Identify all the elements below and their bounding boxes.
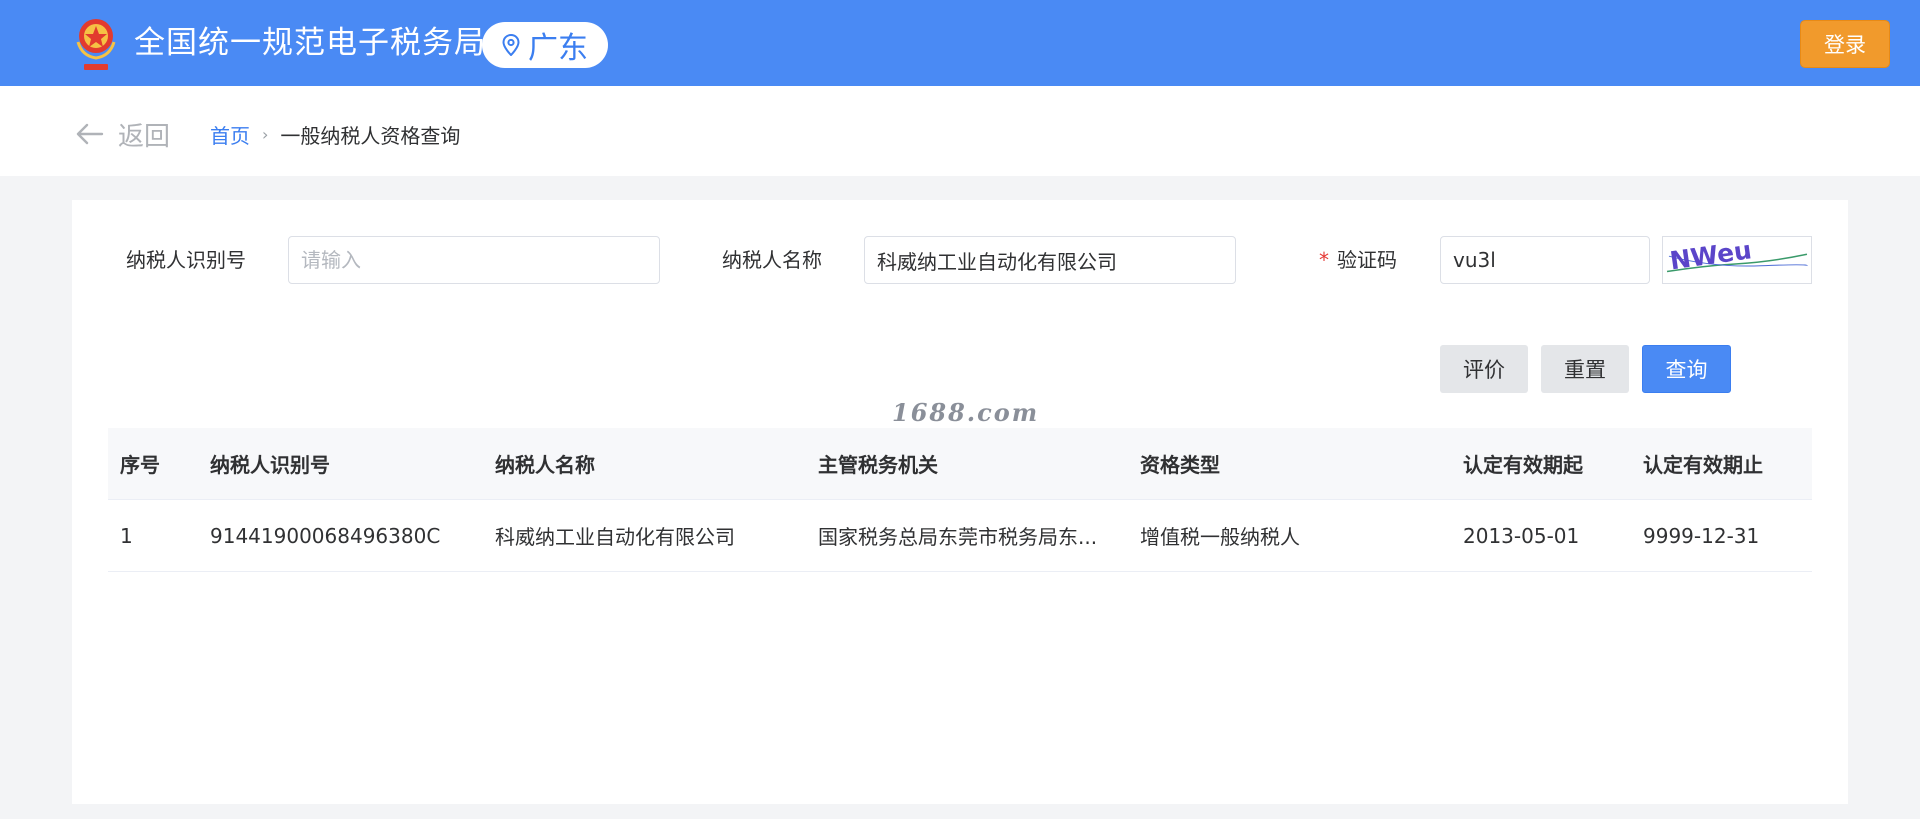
evaluate-button[interactable]: 评价 xyxy=(1440,345,1528,393)
table-cell: 91441900068496380C xyxy=(210,523,441,548)
back-label: 返回 xyxy=(118,121,171,152)
taxpayer-id-input[interactable] xyxy=(288,236,660,284)
taxpayer-id-label: 纳税人识别号 xyxy=(126,248,246,272)
watermark-text: 1688.com xyxy=(892,398,1040,427)
arrow-left-icon xyxy=(76,123,104,145)
captcha-image[interactable]: NWeu xyxy=(1662,235,1812,284)
top-header: 全国统一规范电子税务局 广东 登录 xyxy=(0,0,1920,86)
query-button[interactable]: 查询 xyxy=(1642,345,1731,393)
column-header: 纳税人名称 xyxy=(495,453,595,477)
table-cell: 9999-12-31 xyxy=(1643,523,1760,548)
table-cell: 1 xyxy=(120,523,133,548)
region-selector[interactable]: 广东 xyxy=(482,22,608,68)
captcha-char: NWeu xyxy=(1668,237,1753,275)
location-pin-icon xyxy=(502,34,520,56)
column-header: 认定有效期止 xyxy=(1643,453,1763,477)
results-table: 序号 纳税人识别号 纳税人名称 主管税务机关 资格类型 认定有效期起 认定有效期… xyxy=(108,428,1812,572)
column-header: 纳税人识别号 xyxy=(210,453,330,477)
captcha-input[interactable] xyxy=(1440,236,1650,284)
reset-button[interactable]: 重置 xyxy=(1541,345,1629,393)
column-header: 认定有效期起 xyxy=(1463,453,1583,477)
login-button[interactable]: 登录 xyxy=(1800,20,1890,68)
back-button[interactable]: 返回 xyxy=(76,116,170,152)
column-header: 资格类型 xyxy=(1140,453,1220,477)
table-header: 序号 纳税人识别号 纳税人名称 主管税务机关 资格类型 认定有效期起 认定有效期… xyxy=(108,428,1812,500)
captcha-label: * 验证码 xyxy=(1319,246,1397,274)
table-cell: 增值税一般纳税人 xyxy=(1140,525,1300,549)
captcha-label-text: 验证码 xyxy=(1337,248,1397,272)
breadcrumb-current: 一般纳税人资格查询 xyxy=(280,123,461,148)
breadcrumb-separator: › xyxy=(262,124,269,144)
breadcrumb-bar: 返回 首页 › 一般纳税人资格查询 xyxy=(0,86,1920,176)
breadcrumb-home-link[interactable]: 首页 xyxy=(210,120,250,149)
table-cell: 国家税务总局东莞市税务局东... xyxy=(818,525,1098,549)
column-header: 主管税务机关 xyxy=(818,453,938,477)
taxpayer-name-label: 纳税人名称 xyxy=(722,248,822,272)
required-mark: * xyxy=(1319,248,1329,272)
query-card: 纳税人识别号 纳税人名称 * 验证码 NWeu 评价 重置 查询 1688.com… xyxy=(72,200,1848,804)
taxpayer-name-input[interactable] xyxy=(864,236,1236,284)
table-cell: 2013-05-01 xyxy=(1463,523,1580,548)
table-row: 1 91441900068496380C 科威纳工业自动化有限公司 国家税务总局… xyxy=(108,500,1812,572)
column-header: 序号 xyxy=(120,453,160,477)
breadcrumb: 首页 › 一般纳税人资格查询 xyxy=(210,118,460,150)
table-cell: 科威纳工业自动化有限公司 xyxy=(495,525,735,549)
region-label: 广东 xyxy=(528,31,588,66)
tax-emblem-logo xyxy=(70,12,122,74)
site-title: 全国统一规范电子税务局 xyxy=(134,25,486,61)
